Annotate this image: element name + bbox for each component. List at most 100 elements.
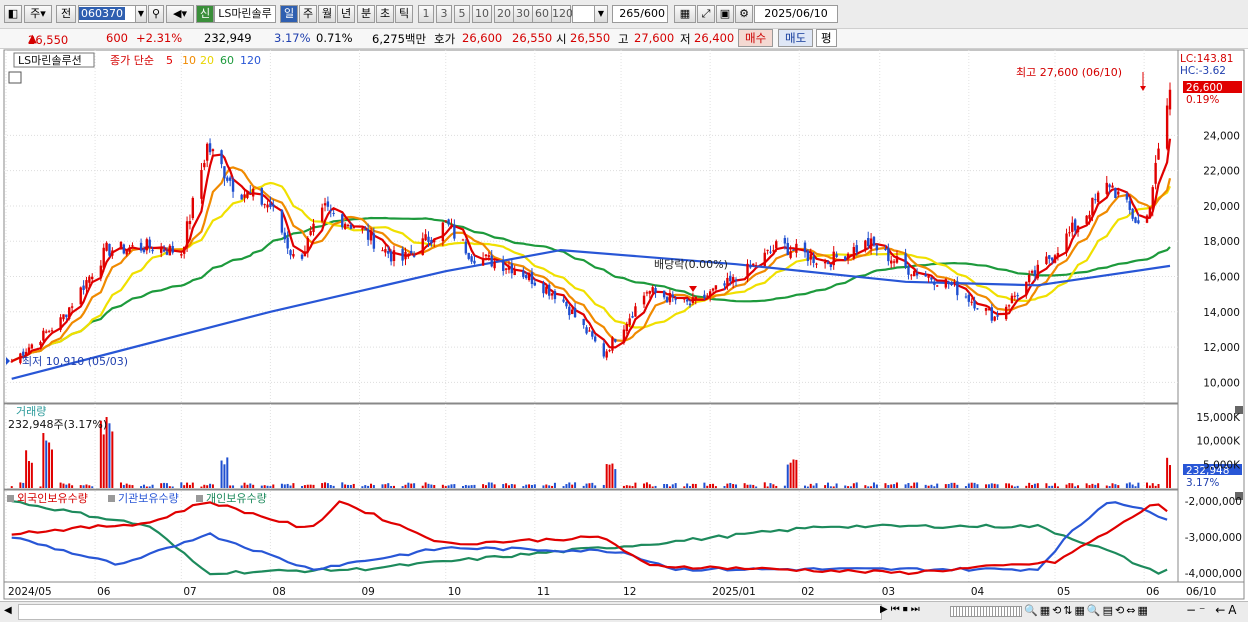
candle-body (527, 272, 531, 281)
volume-bar (568, 482, 571, 488)
candle-body (240, 194, 243, 200)
volume-bar (571, 484, 574, 488)
candle-body (260, 188, 263, 205)
candle-body (300, 254, 304, 259)
x-axis-label: 11 (537, 586, 550, 598)
candle-body (151, 249, 154, 252)
candle-body (570, 309, 574, 314)
volume-bar (1154, 485, 1157, 488)
candle-body (1157, 148, 1160, 160)
candle-body (562, 299, 565, 302)
candle-body (933, 281, 936, 285)
calculator-icon[interactable] (8, 71, 22, 84)
candle-body (568, 306, 571, 316)
zoom-buttons-icon[interactable]: −⁻ ←A (1186, 603, 1239, 617)
candle-body (453, 224, 456, 239)
volume-bar (645, 482, 648, 488)
candle-body (384, 249, 387, 253)
x-axis-label: 04 (971, 586, 985, 598)
volume-bar (505, 483, 508, 488)
volume-bar (347, 484, 350, 488)
bottom-scrollbar[interactable]: ◀ ▶⏮⏹⏭ 🔍▦⟲⇅▦🔍▤⟲⇔▦ −⁻ ←A (0, 601, 1248, 622)
volume-y-tick: 15,000K (1196, 412, 1241, 424)
volume-bar (303, 485, 306, 488)
candle-body (323, 203, 327, 206)
volume-bar (691, 483, 694, 488)
ma60-legend: 60 (220, 54, 234, 67)
candle-body (996, 315, 999, 317)
x-axis-label: 06/10 (1186, 586, 1216, 598)
candle-body (404, 251, 407, 260)
volume-bar (510, 484, 513, 488)
candle-body (1125, 193, 1129, 200)
candle-body (1148, 207, 1152, 218)
volume-bar (611, 463, 614, 488)
last-price-label: 26,600 (1186, 82, 1223, 94)
volume-bar (628, 485, 631, 488)
volume-bar (209, 483, 212, 488)
candle-body (1048, 255, 1051, 259)
volume-bar (643, 483, 646, 488)
candle-body (1010, 295, 1014, 304)
candle-body (875, 245, 879, 251)
volume-bar (1117, 485, 1120, 488)
view-tools-icon[interactable]: 🔍▦⟲⇅▦🔍▤⟲⇔▦ (1024, 604, 1150, 617)
scroll-track[interactable] (18, 604, 882, 620)
volume-bar (1134, 486, 1137, 488)
candle-body (1085, 215, 1088, 224)
candle-body (171, 245, 174, 253)
candle-body (108, 243, 111, 256)
volume-bar (1071, 483, 1074, 488)
candle-body (976, 308, 979, 310)
playback-controls-icon[interactable]: ▶⏮⏹⏭ (880, 604, 923, 615)
volume-bar (565, 484, 568, 488)
candle-body (588, 330, 591, 332)
zoom-slider[interactable] (950, 606, 1022, 617)
candle-body (869, 238, 873, 250)
candle-body (855, 245, 858, 253)
candle-body (743, 279, 746, 281)
volume-bar (855, 482, 858, 488)
volume-bar (752, 484, 755, 488)
volume-bar (453, 484, 456, 488)
candle-body (628, 318, 631, 326)
candle-body (749, 265, 752, 268)
lc-label: LC:143.81 (1180, 53, 1233, 65)
volume-bar (953, 482, 956, 488)
candle-body (890, 260, 893, 264)
candle-body (915, 272, 919, 276)
candle-body (665, 297, 669, 303)
chart-canvas[interactable]: LS마린솔루션 종가 단순 5 10 20 60 120 LC:143.81 H… (0, 0, 1248, 621)
volume-bar (674, 483, 677, 488)
volume-bar (203, 484, 206, 488)
candle-body (1131, 208, 1134, 219)
volume-bar (447, 485, 450, 488)
candle-body (651, 287, 654, 293)
volume-bar (163, 482, 166, 488)
candle-body (1068, 232, 1071, 234)
volume-bar (824, 485, 827, 488)
candle-body (464, 241, 468, 254)
candle-body (10, 361, 13, 363)
volume-bar (950, 482, 953, 488)
x-axis-label: 05 (1057, 586, 1070, 598)
volume-bar (875, 484, 878, 488)
candle-body (231, 179, 235, 192)
candle-body (829, 264, 833, 267)
scroll-left-icon[interactable]: ◀ (4, 605, 12, 616)
volume-bar (326, 483, 329, 488)
candle-body (884, 249, 887, 251)
candle-body (45, 331, 48, 333)
volume-bar (160, 483, 163, 488)
candle-body (714, 285, 718, 290)
candle-body (1088, 214, 1091, 219)
volume-bar (321, 483, 324, 488)
candle-body (964, 296, 968, 298)
volume-bar (128, 484, 131, 488)
volume-bar (352, 483, 355, 488)
ma10-legend: 10 (182, 54, 196, 67)
candle-body (1134, 217, 1137, 223)
volume-bar (125, 483, 128, 488)
volume-bar (45, 440, 48, 488)
volume-bar (306, 484, 309, 488)
